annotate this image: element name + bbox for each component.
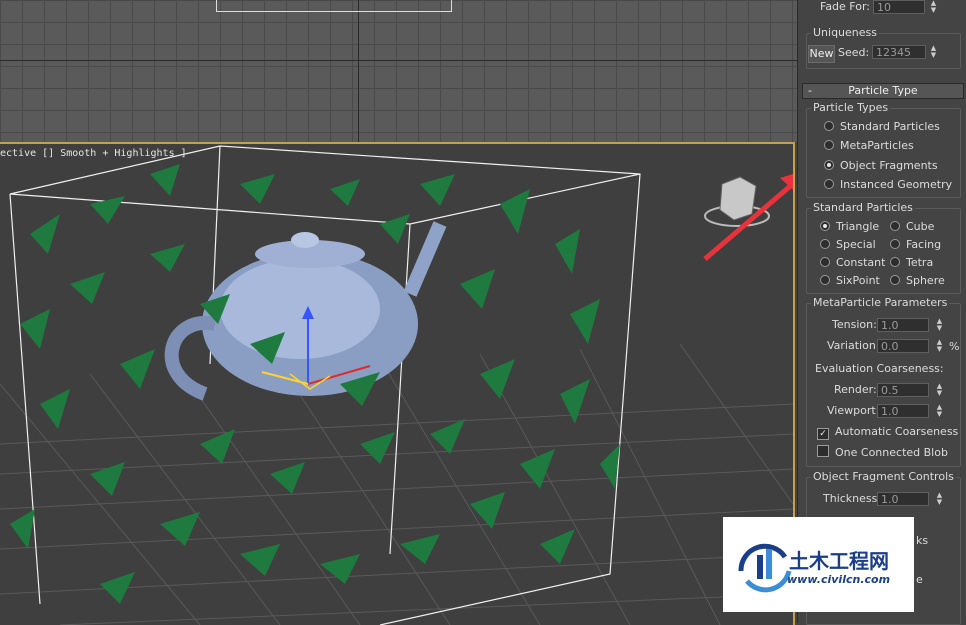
radio-standard-particles[interactable]: Standard Particles [824,120,940,133]
radio-triangle[interactable]: Triangle [820,220,879,233]
fade-for-field[interactable]: 10 [873,0,925,14]
fade-for-label: Fade For: [820,0,871,13]
rollout-title: Particle Type [848,84,918,97]
radio-icon [824,121,834,131]
perspective-viewport[interactable]: ective [] Smooth + Highlights ] [0,142,795,625]
radio-tetra[interactable]: Tetra [890,256,933,269]
tension-spinner[interactable]: ▲ ▼ [935,318,944,334]
meta-params-title: MetaParticle Parameters [811,296,950,309]
partial-label-ks: ks [916,534,929,547]
radio-icon [890,239,900,249]
fade-for-spinner[interactable]: ▲ ▼ [929,0,938,16]
watermark: 土木工程网 www.civilcn.com [723,517,914,612]
emitter-outline [216,0,452,12]
radio-sixpoint[interactable]: SixPoint [820,274,880,287]
civilcn-logo-icon [738,543,792,593]
seed-field[interactable]: 12345 [872,45,926,59]
radio-selected-icon [824,160,834,170]
render-spinner[interactable]: ▲ ▼ [935,383,944,399]
radio-metaparticles[interactable]: MetaParticles [824,139,914,152]
radio-icon [890,257,900,267]
uniqueness-title: Uniqueness [811,26,880,39]
radio-instanced-geometry[interactable]: Instanced Geometry [824,178,952,191]
viewport-label[interactable]: ective [] Smooth + Highlights ] [0,148,187,159]
thickness-field[interactable]: 1.0 [877,492,929,506]
radio-object-fragments[interactable]: Object Fragments [824,159,938,172]
variation-label: Variation: [827,339,880,352]
viewcube [704,176,770,227]
viewport-spinner[interactable]: ▲ ▼ [935,404,944,420]
seed-label: Seed: [838,46,870,59]
radio-facing[interactable]: Facing [890,238,941,251]
automatic-coarseness-checkbox[interactable]: ✓ Automatic Coarseness [817,425,958,440]
viewport-field[interactable]: 1.0 [877,404,929,418]
thickness-label: Thickness: [823,492,882,505]
radio-selected-icon [820,221,830,231]
checkbox-empty-icon [817,445,829,457]
watermark-url: www.civilcn.com [787,573,891,586]
radio-special[interactable]: Special [820,238,876,251]
render-label: Render: [834,383,877,396]
seed-spinner[interactable]: ▲ ▼ [929,45,938,61]
grid-axis-horizontal [0,60,797,61]
tension-field[interactable]: 1.0 [877,318,929,332]
radio-icon [824,140,834,150]
thickness-spinner[interactable]: ▲ ▼ [935,492,944,508]
one-connected-blob-checkbox[interactable]: One Connected Blob [817,445,948,459]
render-field[interactable]: 0.5 [877,383,929,397]
viewport-label: Viewport: [827,404,880,417]
particle-type-rollout[interactable]: - Particle Type [802,83,964,99]
fragment-controls-title: Object Fragment Controls [811,470,956,483]
radio-icon [890,221,900,231]
evaluation-coarseness-label: Evaluation Coarseness: [815,362,944,375]
variation-field[interactable]: 0.0 [877,339,929,353]
standard-particles-title: Standard Particles [811,201,915,214]
radio-icon [820,275,830,285]
new-seed-button[interactable]: New [808,45,835,63]
radio-cube[interactable]: Cube [890,220,934,233]
radio-constant[interactable]: Constant [820,256,885,269]
variation-spinner[interactable]: ▲ ▼ [935,339,944,355]
collapse-icon: - [808,84,812,97]
percent-label: % [949,340,960,353]
radio-icon [820,239,830,249]
scene [0,145,793,625]
radio-icon [890,275,900,285]
particle-types-title: Particle Types [811,101,891,114]
grid-axis-vertical [358,0,359,142]
tension-label: Tension: [832,318,877,331]
radio-icon [820,257,830,267]
top-viewport[interactable] [0,0,797,142]
partial-label-e: e [916,573,923,586]
check-icon: ✓ [817,428,829,440]
radio-icon [824,179,834,189]
watermark-title: 土木工程网 [789,549,889,573]
radio-sphere[interactable]: Sphere [890,274,945,287]
